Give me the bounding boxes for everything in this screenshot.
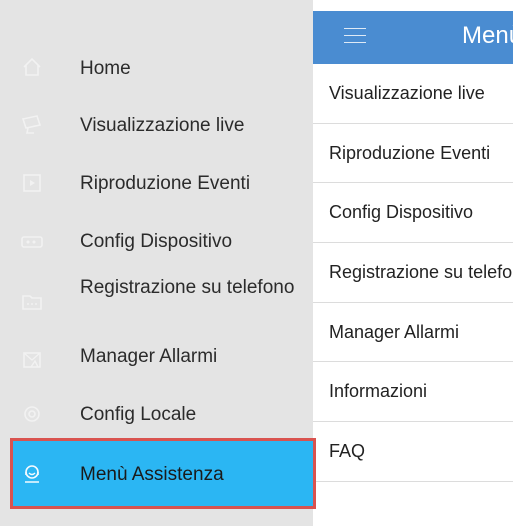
list-item[interactable]: Riproduzione Eventi [313, 123, 513, 184]
list-item[interactable]: FAQ [313, 422, 513, 482]
drawer-item-label: Home [80, 58, 131, 79]
drawer-item-support-menu[interactable]: Menù Assistenza [10, 438, 316, 509]
menu-list: Visualizzazione live Riproduzione Eventi… [313, 64, 513, 482]
app-bar: Menù Assistenza [313, 11, 513, 64]
drawer-item-label: Riproduzione Eventi [80, 173, 251, 194]
drawer-item-label: Config Dispositivo [80, 231, 233, 252]
navigation-drawer: Home Visualizzazione live Riproduzione E… [0, 0, 316, 526]
drawer-item-label: Registrazione su telefono [80, 277, 295, 298]
folder-icon [20, 290, 44, 314]
drawer-item-label: Manager Allarmi [80, 346, 218, 367]
home-icon [20, 55, 44, 79]
drawer-item-label: Visualizzazione live [80, 115, 245, 136]
page-title: Menù Assistenza [462, 22, 513, 49]
drawer-item-home[interactable]: Home [0, 38, 313, 96]
alarm-icon [20, 348, 44, 372]
list-item[interactable]: Manager Allarmi [313, 302, 513, 363]
list-item[interactable]: Visualizzazione live [313, 64, 513, 124]
device-config-icon [20, 230, 44, 254]
playback-icon [20, 171, 44, 195]
drawer-item-live-view[interactable]: Visualizzazione live [0, 96, 313, 154]
drawer-item-playback[interactable]: Riproduzione Eventi [0, 154, 313, 212]
drawer-item-device-config[interactable]: Config Dispositivo [0, 212, 313, 270]
drawer-item-local-config[interactable]: Config Locale [0, 386, 313, 442]
settings-icon [20, 402, 44, 426]
menu-icon[interactable] [344, 28, 366, 46]
list-item[interactable]: Informazioni [313, 362, 513, 423]
camera-icon [20, 112, 44, 136]
drawer-item-label: Menù Assistenza [80, 464, 224, 485]
list-item[interactable]: Registrazione su telefono [313, 243, 513, 303]
drawer-item-alarm-manager[interactable]: Manager Allarmi [0, 334, 313, 386]
support-icon [20, 462, 44, 486]
drawer-item-label: Config Locale [80, 404, 197, 425]
drawer-item-phone-recording[interactable]: Registrazione su telefono [0, 270, 313, 334]
list-item[interactable]: Config Dispositivo [313, 183, 513, 244]
